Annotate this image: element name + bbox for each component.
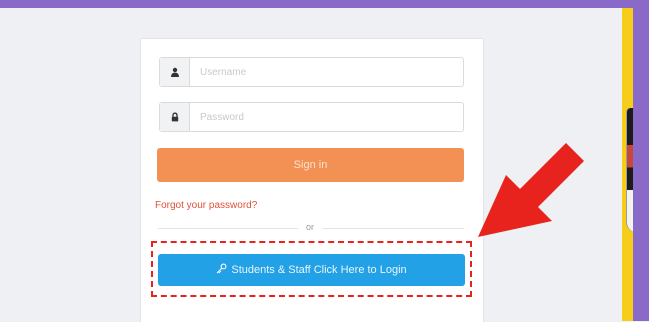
sso-login-label: Students & Staff Click Here to Login [231, 264, 407, 276]
sso-login-button[interactable]: Students & Staff Click Here to Login [158, 254, 465, 286]
username-field-group [159, 57, 464, 87]
key-icon [216, 263, 227, 277]
top-frame-bar [0, 0, 649, 8]
divider-right [322, 228, 464, 229]
sign-in-button[interactable]: Sign in [157, 148, 464, 182]
forgot-password-link[interactable]: Forgot your password? [155, 200, 257, 211]
red-arrow-icon [478, 143, 584, 237]
username-input[interactable] [190, 58, 463, 86]
or-separator: or [305, 222, 314, 232]
password-input[interactable] [190, 103, 463, 131]
user-icon [160, 58, 190, 86]
lock-icon [160, 103, 190, 131]
divider-left [158, 228, 298, 229]
password-field-group [159, 102, 464, 132]
right-frame-bar [633, 0, 649, 321]
